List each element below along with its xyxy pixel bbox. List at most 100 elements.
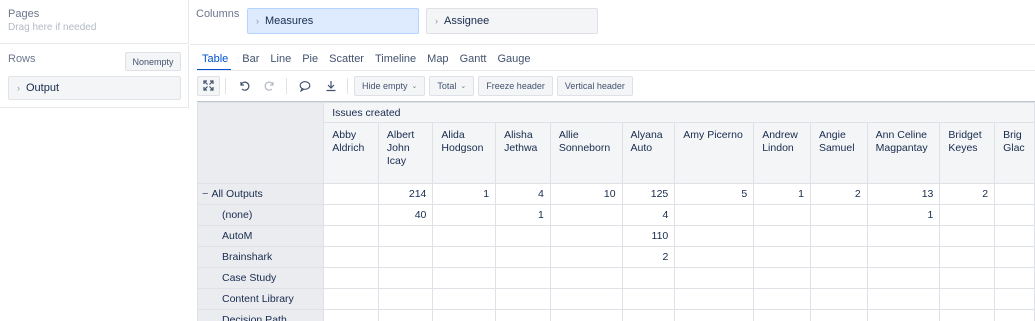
table-cell[interactable] (753, 288, 811, 310)
table-cell[interactable] (323, 288, 379, 310)
table-cell[interactable] (674, 267, 755, 289)
table-cell[interactable] (994, 246, 1035, 268)
column-header[interactable]: Angie Samuel (809, 122, 868, 184)
row-header[interactable]: Case Study (197, 267, 325, 289)
tab-gauge[interactable]: Gauge (497, 49, 530, 71)
table-cell[interactable] (432, 267, 497, 289)
table-cell[interactable]: 1 (495, 204, 551, 226)
table-cell[interactable] (674, 309, 755, 321)
column-header[interactable]: Bridget Keyes (939, 122, 996, 184)
table-cell[interactable] (549, 204, 623, 226)
table-cell[interactable] (323, 225, 379, 247)
table-cell[interactable] (621, 288, 676, 310)
table-cell[interactable] (809, 204, 868, 226)
table-cell[interactable]: 2 (939, 183, 996, 205)
tab-pie[interactable]: Pie (302, 49, 318, 71)
table-cell[interactable] (495, 267, 551, 289)
table-cell[interactable] (432, 225, 497, 247)
table-cell[interactable]: 1 (432, 183, 497, 205)
table-cell[interactable] (621, 267, 676, 289)
table-cell[interactable] (549, 309, 623, 321)
tab-line[interactable]: Line (270, 49, 291, 71)
table-cell[interactable]: 2 (809, 183, 868, 205)
nonempty-button[interactable]: Nonempty (125, 52, 181, 71)
table-cell[interactable] (549, 246, 623, 268)
tab-map[interactable]: Map (427, 49, 448, 71)
table-cell[interactable] (753, 225, 811, 247)
tab-timeline[interactable]: Timeline (375, 49, 416, 71)
collapse-icon[interactable]: − (202, 188, 208, 200)
table-cell[interactable]: 4 (495, 183, 551, 205)
table-cell[interactable] (809, 225, 868, 247)
tab-table[interactable]: Table (197, 49, 232, 71)
table-cell[interactable] (495, 246, 551, 268)
table-cell[interactable] (549, 288, 623, 310)
chevron-right-icon[interactable]: › (435, 16, 438, 26)
table-cell[interactable] (432, 288, 497, 310)
pages-dropzone[interactable]: Pages Drag here if needed (0, 0, 189, 44)
table-cell[interactable] (495, 225, 551, 247)
tab-bar[interactable]: Bar (242, 49, 259, 71)
table-cell[interactable] (939, 267, 996, 289)
table-cell[interactable] (753, 267, 811, 289)
redo-icon[interactable] (258, 76, 281, 96)
table-cell[interactable] (674, 225, 755, 247)
column-header[interactable]: Allie Sonneborn (549, 122, 623, 184)
table-cell[interactable] (939, 204, 996, 226)
vertical-header-button[interactable]: Vertical header (556, 75, 633, 96)
row-header[interactable]: Content Library (197, 288, 325, 310)
table-cell[interactable] (323, 204, 379, 226)
column-header[interactable]: Abby Aldrich (323, 122, 379, 184)
freeze-header-button[interactable]: Freeze header (478, 75, 553, 96)
total-dropdown[interactable]: Total ⌄ (429, 75, 475, 96)
column-header[interactable]: Alyana Auto (621, 122, 676, 184)
table-cell[interactable] (621, 309, 676, 321)
row-header[interactable]: Decision Path (197, 309, 325, 321)
table-cell[interactable] (674, 246, 755, 268)
table-cell[interactable] (753, 309, 811, 321)
column-header[interactable]: Brig Glac (994, 122, 1035, 184)
table-cell[interactable]: 5 (674, 183, 755, 205)
table-cell[interactable] (809, 267, 868, 289)
table-cell[interactable] (549, 225, 623, 247)
table-cell[interactable] (866, 246, 941, 268)
comment-icon[interactable] (293, 76, 316, 96)
table-cell[interactable] (674, 204, 755, 226)
column-header[interactable]: Amy Picerno (674, 122, 755, 184)
column-header[interactable]: Alida Hodgson (432, 122, 497, 184)
table-cell[interactable] (994, 204, 1035, 226)
table-cell[interactable] (994, 225, 1035, 247)
table-cell[interactable] (994, 183, 1035, 205)
expand-icon[interactable] (197, 75, 220, 96)
measure-header[interactable]: Issues created (323, 102, 1035, 123)
column-header[interactable]: Ann Celine Magpantay (866, 122, 941, 184)
table-cell[interactable] (809, 246, 868, 268)
table-cell[interactable] (939, 309, 996, 321)
table-cell[interactable]: 13 (866, 183, 941, 205)
measures-chip[interactable]: › Measures (247, 8, 419, 34)
row-header[interactable]: (none) (197, 204, 325, 226)
table-cell[interactable] (495, 309, 551, 321)
table-cell[interactable] (939, 246, 996, 268)
chevron-right-icon[interactable]: › (256, 16, 259, 26)
table-cell[interactable] (994, 309, 1035, 321)
row-header[interactable]: AutoM (197, 225, 325, 247)
table-cell[interactable]: 1 (753, 183, 811, 205)
output-dimension-chip[interactable]: › Output (8, 76, 181, 100)
hide-empty-dropdown[interactable]: Hide empty ⌄ (354, 75, 426, 96)
table-cell[interactable] (753, 246, 811, 268)
table-cell[interactable] (432, 246, 497, 268)
table-cell[interactable]: 10 (549, 183, 623, 205)
table-cell[interactable] (674, 288, 755, 310)
row-header[interactable]: − All Outputs (197, 183, 325, 205)
table-cell[interactable] (323, 183, 379, 205)
table-cell[interactable]: 110 (621, 225, 676, 247)
table-cell[interactable] (432, 204, 497, 226)
table-cell[interactable]: 2 (621, 246, 676, 268)
table-cell[interactable] (377, 309, 434, 321)
table-cell[interactable]: 40 (377, 204, 434, 226)
tab-gantt[interactable]: Gantt (460, 49, 487, 71)
table-cell[interactable] (323, 246, 379, 268)
table-cell[interactable] (939, 225, 996, 247)
table-cell[interactable] (753, 204, 811, 226)
